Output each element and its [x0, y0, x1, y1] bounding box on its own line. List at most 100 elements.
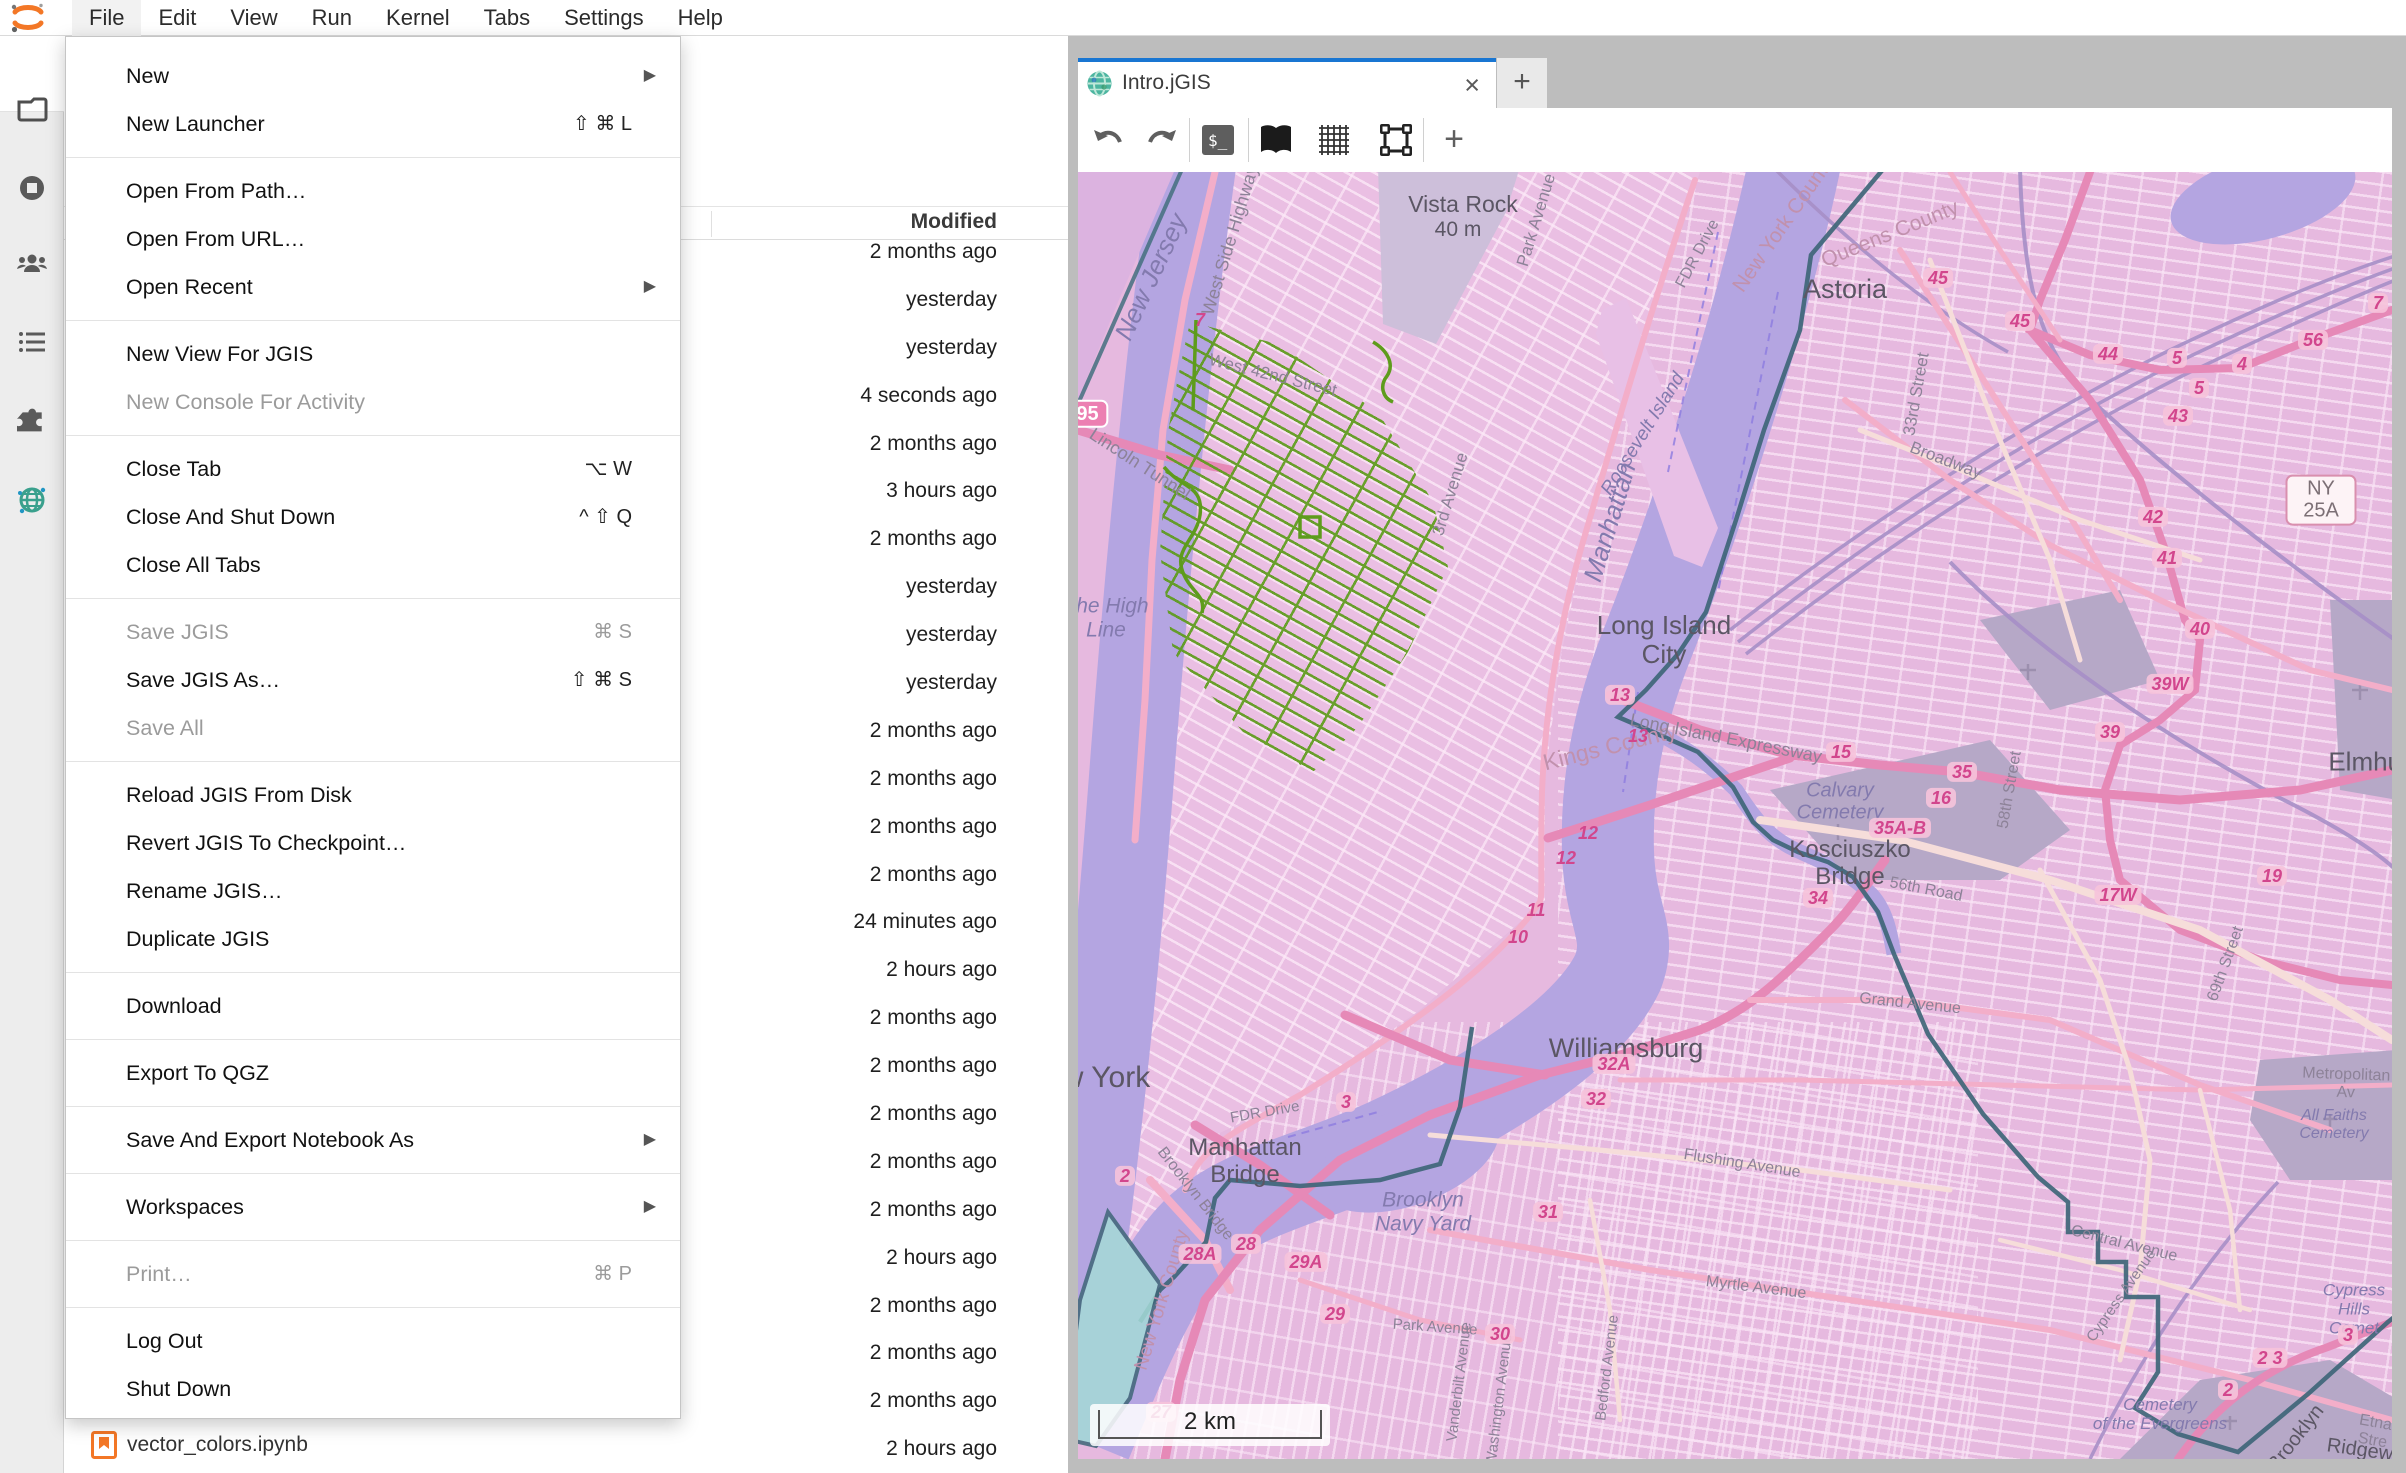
menu-item-revert-jgis-to-checkpoint[interactable]: Revert JGIS To Checkpoint…: [66, 819, 680, 867]
file-browser-icon[interactable]: [16, 94, 48, 126]
menu-item-export-to-qgz[interactable]: Export To QGZ: [66, 1049, 680, 1097]
menu-item-open-from-path[interactable]: Open From Path…: [66, 167, 680, 215]
menu-shortcut: ⌥ W: [585, 445, 632, 493]
map-toolbar: $_ +: [1078, 108, 2392, 172]
menu-item-new-launcher[interactable]: New Launcher⇧ ⌘ L: [66, 100, 680, 148]
menu-shortcut: ⌘ S: [593, 608, 632, 656]
modified-timestamp: 2 months ago: [870, 1102, 997, 1126]
extensions-puzzle-icon[interactable]: [16, 404, 48, 436]
table-of-contents-icon[interactable]: [16, 326, 48, 358]
menu-item-save-jgis-as[interactable]: Save JGIS As…⇧ ⌘ S: [66, 656, 680, 704]
book-icon[interactable]: [1258, 122, 1294, 158]
menu-divider: [66, 1173, 680, 1174]
menu-item-close-all-tabs[interactable]: Close All Tabs: [66, 541, 680, 589]
submenu-arrow-icon: ▶: [644, 52, 656, 100]
menu-item-rename-jgis[interactable]: Rename JGIS…: [66, 867, 680, 915]
menu-divider: [66, 320, 680, 321]
tab-close-icon[interactable]: ×: [1464, 67, 1480, 103]
modified-timestamp: yesterday: [906, 623, 997, 647]
menu-divider: [66, 1240, 680, 1241]
menu-item-close-and-shut-down[interactable]: Close And Shut Down^ ⇧ Q: [66, 493, 680, 541]
running-sessions-icon[interactable]: [16, 172, 48, 204]
menu-item-duplicate-jgis[interactable]: Duplicate JGIS: [66, 915, 680, 963]
menu-item-print: Print…⌘ P: [66, 1250, 680, 1298]
menu-item-save-jgis: Save JGIS⌘ S: [66, 608, 680, 656]
notebook-icon: [91, 1431, 117, 1459]
grid-icon[interactable]: [1316, 122, 1352, 158]
modified-timestamp: 2 months ago: [870, 719, 997, 743]
modified-timestamp: 2 hours ago: [886, 1246, 997, 1270]
redo-icon[interactable]: [1144, 122, 1180, 158]
menubar-item-run[interactable]: Run: [295, 0, 369, 36]
menu-item-workspaces[interactable]: Workspaces▶: [66, 1183, 680, 1231]
menu-divider: [66, 972, 680, 973]
menubar-item-edit[interactable]: Edit: [141, 0, 213, 36]
modified-timestamp: 2 hours ago: [886, 958, 997, 982]
jgis-globe-icon[interactable]: [16, 484, 48, 516]
menu-item-open-from-url[interactable]: Open From URL…: [66, 215, 680, 263]
menu-item-log-out[interactable]: Log Out: [66, 1317, 680, 1365]
menu-item-save-all: Save All: [66, 704, 680, 752]
menu-item-save-and-export-notebook-as[interactable]: Save And Export Notebook As▶: [66, 1116, 680, 1164]
tab-intro-jgis[interactable]: Intro.jGIS ×: [1078, 58, 1496, 108]
modified-timestamp: 2 months ago: [870, 1389, 997, 1413]
new-tab-button[interactable]: +: [1497, 58, 1547, 108]
modified-timestamp: 2 months ago: [870, 1294, 997, 1318]
menu-item-download[interactable]: Download: [66, 982, 680, 1030]
bowery-bay: [2160, 172, 2365, 262]
modified-timestamp: 2 months ago: [870, 767, 997, 791]
modified-timestamp: yesterday: [906, 671, 997, 695]
menu-divider: [66, 435, 680, 436]
toolbar-separator: [1189, 118, 1190, 162]
menu-item-new[interactable]: New▶: [66, 52, 680, 100]
submenu-arrow-icon: ▶: [644, 1116, 656, 1164]
gis-dock-panel: Intro.jGIS × + $_: [1068, 36, 2406, 1473]
menubar-item-tabs[interactable]: Tabs: [467, 0, 547, 36]
menubar-item-view[interactable]: View: [213, 0, 294, 36]
left-sidebar: [0, 36, 64, 1473]
tab-title: Intro.jGIS: [1122, 71, 1211, 95]
menu-divider: [66, 1039, 680, 1040]
toolbar-separator: [1248, 118, 1249, 162]
modified-timestamp: 2 months ago: [870, 1150, 997, 1174]
menu-item-shut-down[interactable]: Shut Down: [66, 1365, 680, 1413]
file-menu-dropdown: New▶New Launcher⇧ ⌘ LOpen From Path…Open…: [65, 36, 681, 1419]
modified-timestamp: 2 months ago: [870, 240, 997, 264]
polygon-select-icon[interactable]: [1378, 122, 1414, 158]
collaboration-users-icon[interactable]: [16, 248, 48, 280]
menu-item-new-console-for-activity: New Console For Activity: [66, 378, 680, 426]
menubar-item-settings[interactable]: Settings: [547, 0, 661, 36]
add-layer-icon[interactable]: +: [1436, 122, 1472, 158]
modified-timestamp: 2 months ago: [870, 527, 997, 551]
modified-timestamp: 2 months ago: [870, 1198, 997, 1222]
map-scale-bar: 2 km: [1090, 1404, 1330, 1446]
menu-shortcut: ⇧ ⌘ S: [571, 656, 632, 704]
menu-divider: [66, 1307, 680, 1308]
menu-item-close-tab[interactable]: Close Tab⌥ W: [66, 445, 680, 493]
central-park: [1378, 172, 1520, 344]
menubar-item-kernel[interactable]: Kernel: [369, 0, 467, 36]
modified-timestamp: 2 months ago: [870, 1341, 997, 1365]
menubar-item-help[interactable]: Help: [661, 0, 740, 36]
menu-shortcut: ⇧ ⌘ L: [573, 100, 632, 148]
menubar-item-file[interactable]: File: [72, 0, 141, 36]
scale-bar-label: 2 km: [1090, 1408, 1330, 1436]
menu-bar: FileEditViewRunKernelTabsSettingsHelp: [0, 0, 2406, 36]
submenu-arrow-icon: ▶: [644, 263, 656, 311]
modified-timestamp: 2 months ago: [870, 815, 997, 839]
menu-item-reload-jgis-from-disk[interactable]: Reload JGIS From Disk: [66, 771, 680, 819]
modified-timestamp: 2 months ago: [870, 863, 997, 887]
file-name: vector_colors.ipynb: [127, 1433, 308, 1457]
console-icon[interactable]: $_: [1200, 122, 1236, 158]
modified-timestamp: yesterday: [906, 575, 997, 599]
file-row-vector-colors[interactable]: vector_colors.ipynb: [64, 1425, 1068, 1467]
map-view[interactable]: Vista Rock40 mAstoriaLong Island CityWil…: [1078, 172, 2392, 1459]
svg-text:$_: $_: [1208, 131, 1228, 150]
menu-item-new-view-for-jgis[interactable]: New View For JGIS: [66, 330, 680, 378]
modified-timestamp: 2 months ago: [870, 1006, 997, 1030]
menu-item-open-recent[interactable]: Open Recent▶: [66, 263, 680, 311]
modified-timestamp: 3 hours ago: [886, 479, 997, 503]
toolbar-separator: [1423, 118, 1424, 162]
all-faiths-cemetery: [2250, 1050, 2392, 1180]
undo-icon[interactable]: [1090, 122, 1126, 158]
